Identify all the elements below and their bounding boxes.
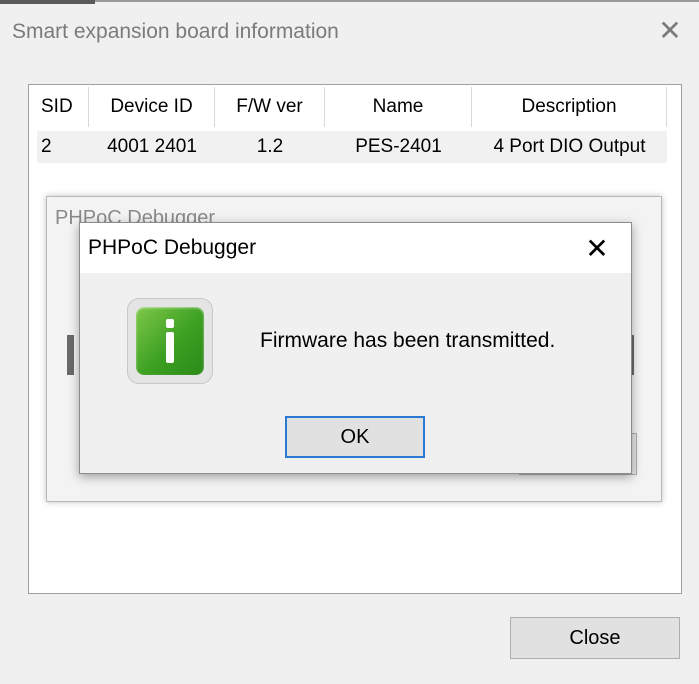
window-top-border bbox=[0, 0, 699, 2]
table-header: SID Device ID F/W ver Name Description bbox=[37, 87, 667, 127]
column-header-fw-ver[interactable]: F/W ver bbox=[215, 87, 325, 127]
message-box-close-icon[interactable]: ✕ bbox=[580, 232, 614, 266]
cell-fw-ver: 1.2 bbox=[256, 136, 284, 157]
cell-description: 4 Port DIO Output bbox=[493, 136, 646, 157]
message-box-body: Firmware has been transmitted. OK bbox=[80, 273, 631, 473]
info-icon-dot bbox=[166, 319, 174, 328]
message-text: Firmware has been transmitted. bbox=[260, 329, 556, 352]
window-top-border-accent bbox=[0, 0, 95, 4]
cell-device-id: 4001 2401 bbox=[107, 136, 197, 157]
column-header-name[interactable]: Name bbox=[325, 87, 472, 127]
message-box-titlebar: PHPoC Debugger ✕ bbox=[80, 223, 631, 273]
window-title: Smart expansion board information bbox=[12, 20, 339, 43]
close-button[interactable]: Close bbox=[510, 617, 680, 659]
message-box-title: PHPoC Debugger bbox=[88, 236, 257, 259]
ok-button[interactable]: OK bbox=[285, 416, 425, 458]
cell-name: PES-2401 bbox=[355, 136, 442, 157]
column-header-description[interactable]: Description bbox=[472, 87, 667, 127]
message-box: PHPoC Debugger ✕ Firmware has been trans… bbox=[79, 222, 632, 474]
window-close-icon[interactable]: ✕ bbox=[655, 16, 685, 46]
cell-sid: 2 bbox=[41, 136, 52, 157]
table-row[interactable]: 2 4001 2401 1.2 PES-2401 4 Port DIO Outp… bbox=[37, 131, 667, 163]
background-dialog-control-left bbox=[67, 335, 74, 375]
info-icon-face bbox=[136, 307, 204, 375]
column-header-sid[interactable]: SID bbox=[37, 87, 89, 127]
info-icon-bar bbox=[166, 332, 174, 363]
column-header-device-id[interactable]: Device ID bbox=[89, 87, 215, 127]
info-icon bbox=[127, 298, 213, 384]
